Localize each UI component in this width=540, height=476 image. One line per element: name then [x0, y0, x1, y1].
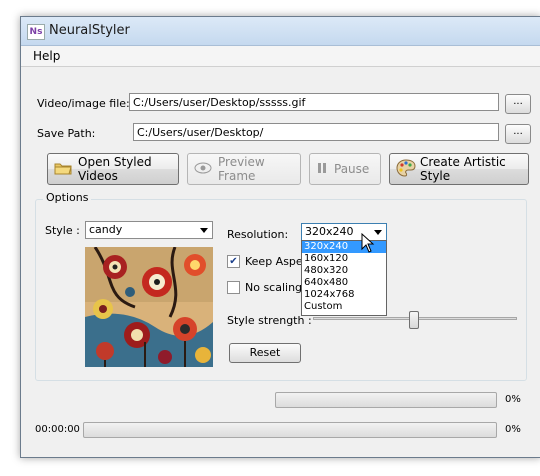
keep-aspect-checkbox[interactable]: ✔ — [227, 255, 240, 268]
style-preview-image — [85, 247, 213, 367]
app-logo-icon: Ns — [27, 24, 45, 40]
resolution-option[interactable]: 1024x768 — [302, 289, 386, 301]
no-scaling-label: No scaling — [245, 281, 301, 294]
pause-button[interactable]: Pause — [309, 153, 381, 185]
frame-progress-bar — [275, 392, 497, 408]
video-file-label: Video/image file: — [37, 97, 130, 110]
preview-frame-label: Preview Frame — [218, 155, 265, 183]
resolution-option[interactable]: Custom — [302, 301, 386, 313]
resolution-option[interactable]: 640x480 — [302, 277, 386, 289]
palette-icon — [396, 158, 416, 180]
elapsed-time: 00:00:00 — [35, 424, 80, 435]
no-scaling-checkbox[interactable] — [227, 281, 240, 294]
eye-icon — [194, 162, 212, 177]
save-path-label: Save Path: — [37, 127, 96, 140]
browse-video-button[interactable]: ... — [505, 94, 531, 114]
keep-aspect-label: Keep Aspe — [245, 255, 301, 268]
preview-frame-button[interactable]: Preview Frame — [187, 153, 301, 185]
reset-button[interactable]: Reset — [229, 343, 301, 363]
overall-progress-bar — [83, 422, 497, 438]
folder-icon — [54, 161, 72, 178]
create-artistic-style-label: Create Artistic Style — [420, 155, 506, 183]
resolution-label: Resolution: — [227, 228, 289, 241]
style-select[interactable]: candy — [85, 221, 213, 239]
save-path-input[interactable]: C:/Users/user/Desktop/ — [133, 123, 499, 141]
pause-label: Pause — [334, 162, 370, 176]
chevron-down-icon — [200, 228, 208, 233]
mouse-cursor-icon — [361, 232, 375, 256]
video-file-input[interactable]: C:/Users/user/Desktop/sssss.gif — [129, 93, 499, 111]
browse-save-button[interactable]: ... — [505, 124, 531, 144]
resolution-option[interactable]: 480x320 — [302, 265, 386, 277]
pause-icon — [316, 162, 328, 177]
frame-progress-percent: 0% — [505, 394, 521, 405]
style-strength-label: Style strength : — [227, 314, 312, 327]
style-label: Style : — [45, 224, 80, 237]
title-bar[interactable]: Ns NeuralStyler — [21, 17, 540, 46]
open-styled-videos-button[interactable]: Open Styled Videos — [47, 153, 179, 185]
menu-bar: Help — [21, 46, 540, 67]
menu-help[interactable]: Help — [33, 49, 60, 63]
style-select-value: candy — [89, 223, 123, 236]
window-title: NeuralStyler — [49, 23, 130, 38]
open-styled-videos-label: Open Styled Videos — [78, 155, 152, 183]
resolution-select-value: 320x240 — [305, 225, 354, 238]
style-strength-thumb[interactable] — [409, 311, 419, 329]
overall-progress-percent: 0% — [505, 424, 521, 435]
create-artistic-style-button[interactable]: Create Artistic Style — [389, 153, 529, 185]
options-group-title: Options — [43, 191, 92, 204]
main-window: Ns NeuralStyler Help Video/image file: C… — [20, 16, 540, 458]
chevron-down-icon — [374, 230, 382, 235]
